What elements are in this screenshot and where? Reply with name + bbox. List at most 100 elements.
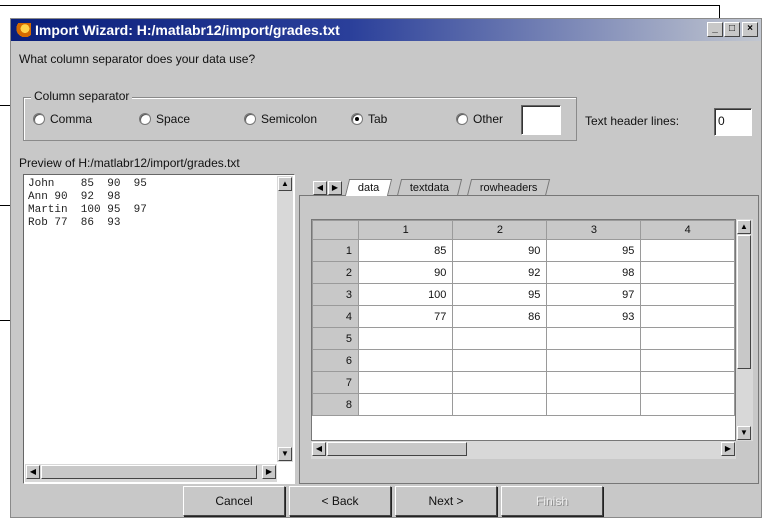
preview-text-box[interactable]: John 85 90 95 Ann 90 92 98 Martin 100 95 9… (23, 174, 295, 484)
table-cell[interactable] (358, 349, 454, 372)
column-header-row: 1 2 3 4 (312, 220, 735, 240)
table-cell[interactable] (640, 349, 735, 372)
table-cell[interactable]: 100 (358, 283, 454, 306)
table-cell[interactable] (640, 393, 735, 416)
radio-button-icon (139, 113, 151, 125)
table-cell[interactable] (640, 283, 735, 306)
scroll-up-icon[interactable]: ▲ (737, 220, 751, 234)
table-cell[interactable]: 85 (358, 239, 454, 262)
radio-other[interactable]: Other (456, 112, 503, 126)
table-cell[interactable] (640, 327, 735, 350)
row-header[interactable]: 1 (312, 239, 360, 262)
radio-label: Comma (50, 112, 93, 126)
table-cell[interactable] (452, 349, 548, 372)
table-row: 8 (312, 393, 735, 416)
row-header[interactable]: 6 (312, 349, 360, 372)
table-cell[interactable] (358, 393, 454, 416)
table-cell[interactable]: 86 (452, 305, 548, 328)
radio-label: Space (156, 112, 191, 126)
preview-content: John 85 90 95 Ann 90 92 98 Martin 100 95 9… (28, 178, 147, 230)
table-cell[interactable] (640, 239, 735, 262)
tab-scroll-left-icon[interactable]: ◀ (313, 181, 327, 195)
separator-prompt: What column separator does your data use… (19, 52, 256, 66)
column-header[interactable]: 3 (546, 220, 642, 240)
grid-horizontal-scrollbar[interactable]: ◀ ▶ (311, 441, 736, 459)
row-header[interactable]: 7 (312, 371, 360, 394)
grid-vertical-scrollbar[interactable]: ▲ ▼ (736, 219, 753, 441)
table-cell[interactable]: 95 (546, 239, 642, 262)
tab-label: data (357, 182, 380, 194)
row-header[interactable]: 2 (312, 261, 360, 284)
radio-button-icon (244, 113, 256, 125)
row-header[interactable]: 5 (312, 327, 360, 350)
column-header[interactable]: 2 (452, 220, 548, 240)
table-cell[interactable] (546, 327, 642, 350)
close-button[interactable]: × (742, 22, 758, 37)
table-cell[interactable] (640, 261, 735, 284)
grid-vertical-thumb[interactable] (737, 235, 751, 369)
column-separator-group-title: Column separator (31, 89, 133, 103)
tab-rowheaders[interactable]: rowheaders (466, 179, 551, 196)
table-row: 7 (312, 371, 735, 394)
scroll-down-icon[interactable]: ▼ (737, 426, 751, 440)
table-cell[interactable] (452, 393, 548, 416)
table-cell[interactable] (546, 393, 642, 416)
preview-horizontal-thumb[interactable] (41, 465, 257, 479)
preview-vertical-scrollbar[interactable]: ▲ ▼ (277, 176, 293, 462)
radio-semicolon[interactable]: Semicolon (244, 112, 317, 126)
radio-button-selected-icon (351, 113, 363, 125)
radio-tab[interactable]: Tab (351, 112, 387, 126)
scroll-right-icon[interactable]: ▶ (721, 442, 735, 456)
table-cell[interactable]: 95 (452, 283, 548, 306)
preview-horizontal-scrollbar[interactable]: ◀ ▶ (25, 464, 277, 482)
column-header[interactable]: 4 (640, 220, 735, 240)
window-title: Import Wizard: H:/matlabr12/import/grade… (35, 22, 340, 38)
table-cell[interactable] (546, 371, 642, 394)
tab-scroll-right-icon[interactable]: ▶ (328, 181, 342, 195)
table-cell[interactable]: 97 (546, 283, 642, 306)
table-row: 4 77 86 93 (312, 305, 735, 328)
data-table: 1 2 3 4 1 85 90 95 2 90 92 98 3 100 95 9… (312, 220, 735, 416)
cancel-button[interactable]: Cancel (183, 486, 285, 516)
data-grid[interactable]: 1 2 3 4 1 85 90 95 2 90 92 98 3 100 95 9… (311, 219, 736, 441)
table-cell[interactable]: 77 (358, 305, 454, 328)
table-cell[interactable] (358, 327, 454, 350)
row-header[interactable]: 3 (312, 283, 360, 306)
tab-label: textdata (409, 182, 450, 194)
table-cell[interactable] (640, 371, 735, 394)
row-header[interactable]: 8 (312, 393, 360, 416)
scroll-left-icon[interactable]: ◀ (26, 465, 40, 479)
header-lines-input[interactable]: 0 (714, 108, 752, 136)
scroll-down-icon[interactable]: ▼ (278, 447, 292, 461)
scroll-left-icon[interactable]: ◀ (312, 442, 326, 456)
scroll-right-icon[interactable]: ▶ (262, 465, 276, 479)
radio-space[interactable]: Space (139, 112, 190, 126)
radio-comma[interactable]: Comma (33, 112, 92, 126)
radio-label: Semicolon (261, 112, 318, 126)
table-cell[interactable] (452, 327, 548, 350)
next-button[interactable]: Next > (395, 486, 497, 516)
table-cell[interactable] (452, 371, 548, 394)
table-cell[interactable]: 92 (452, 261, 548, 284)
other-separator-input[interactable] (521, 105, 561, 135)
minimize-button[interactable]: _ (707, 22, 723, 37)
preview-line: John 85 90 95 (28, 178, 147, 190)
table-cell[interactable]: 98 (546, 261, 642, 284)
table-cell[interactable] (358, 371, 454, 394)
finish-button[interactable]: Finish (501, 486, 603, 516)
table-cell[interactable] (640, 305, 735, 328)
tab-textdata[interactable]: textdata (396, 179, 463, 196)
callout-line-top (0, 5, 720, 6)
grid-horizontal-thumb[interactable] (327, 442, 467, 456)
maximize-button[interactable]: □ (724, 22, 740, 37)
table-cell[interactable]: 93 (546, 305, 642, 328)
tab-data[interactable]: data (344, 179, 393, 196)
table-cell[interactable] (546, 349, 642, 372)
radio-label: Other (473, 112, 504, 126)
column-header[interactable]: 1 (358, 220, 454, 240)
scroll-up-icon[interactable]: ▲ (278, 177, 292, 191)
back-button[interactable]: < Back (289, 486, 391, 516)
row-header[interactable]: 4 (312, 305, 360, 328)
table-cell[interactable]: 90 (358, 261, 454, 284)
table-cell[interactable]: 90 (452, 239, 548, 262)
